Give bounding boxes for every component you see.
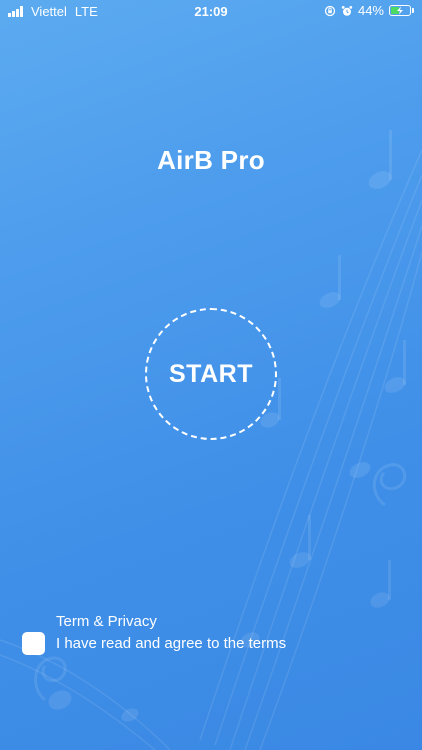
agree-terms-row: I have read and agree to the terms [22, 632, 286, 655]
status-bar: Viettel LTE 21:09 44% [0, 0, 422, 24]
status-right: 44% [324, 3, 414, 18]
alarm-icon [341, 5, 353, 16]
term-privacy-link[interactable]: Term & Privacy [56, 613, 157, 630]
battery-tip [412, 8, 414, 13]
battery-percent: 44% [357, 3, 384, 18]
start-button[interactable]: START [145, 308, 277, 440]
battery-charging-icon [389, 5, 411, 16]
app-screen: Viettel LTE 21:09 44% AirB Pro START Ter… [0, 0, 422, 750]
agree-terms-label: I have read and agree to the terms [56, 635, 287, 652]
start-label: START [169, 359, 253, 388]
agree-checkbox[interactable] [22, 632, 45, 655]
app-title: AirB Pro [157, 145, 265, 175]
rotation-lock-icon [324, 5, 336, 16]
